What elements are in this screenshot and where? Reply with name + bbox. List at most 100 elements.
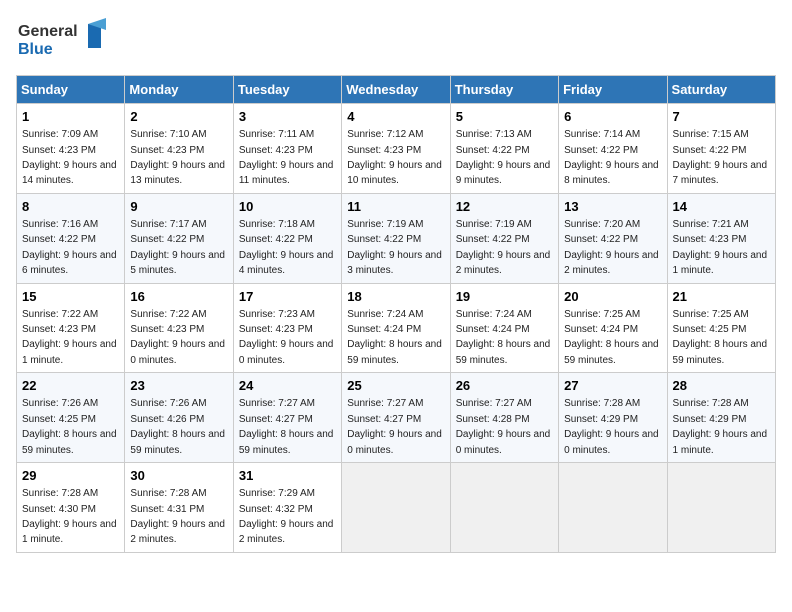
- day-of-week-wednesday: Wednesday: [342, 76, 450, 104]
- day-info: Sunrise: 7:19 AMSunset: 4:22 PMDaylight:…: [456, 219, 551, 276]
- day-of-week-saturday: Saturday: [667, 76, 775, 104]
- day-info: Sunrise: 7:25 AMSunset: 4:24 PMDaylight:…: [564, 309, 659, 366]
- calendar-cell: 11 Sunrise: 7:19 AMSunset: 4:22 PMDaylig…: [342, 193, 450, 283]
- day-number: 15: [22, 288, 119, 306]
- day-number: 8: [22, 198, 119, 216]
- day-number: 16: [130, 288, 227, 306]
- calendar-week-1: 1 Sunrise: 7:09 AMSunset: 4:23 PMDayligh…: [17, 104, 776, 194]
- calendar-cell: 30 Sunrise: 7:28 AMSunset: 4:31 PMDaylig…: [125, 463, 233, 553]
- day-info: Sunrise: 7:22 AMSunset: 4:23 PMDaylight:…: [22, 309, 117, 366]
- calendar-cell: 7 Sunrise: 7:15 AMSunset: 4:22 PMDayligh…: [667, 104, 775, 194]
- day-number: 23: [130, 377, 227, 395]
- day-number: 20: [564, 288, 661, 306]
- day-info: Sunrise: 7:27 AMSunset: 4:27 PMDaylight:…: [239, 398, 334, 455]
- day-of-week-sunday: Sunday: [17, 76, 125, 104]
- calendar-cell: 6 Sunrise: 7:14 AMSunset: 4:22 PMDayligh…: [559, 104, 667, 194]
- day-number: 21: [673, 288, 770, 306]
- day-info: Sunrise: 7:16 AMSunset: 4:22 PMDaylight:…: [22, 219, 117, 276]
- calendar-cell: 29 Sunrise: 7:28 AMSunset: 4:30 PMDaylig…: [17, 463, 125, 553]
- calendar-cell: [559, 463, 667, 553]
- calendar-week-5: 29 Sunrise: 7:28 AMSunset: 4:30 PMDaylig…: [17, 463, 776, 553]
- calendar-cell: 24 Sunrise: 7:27 AMSunset: 4:27 PMDaylig…: [233, 373, 341, 463]
- calendar-cell: 31 Sunrise: 7:29 AMSunset: 4:32 PMDaylig…: [233, 463, 341, 553]
- day-info: Sunrise: 7:15 AMSunset: 4:22 PMDaylight:…: [673, 129, 768, 186]
- day-info: Sunrise: 7:19 AMSunset: 4:22 PMDaylight:…: [347, 219, 442, 276]
- day-info: Sunrise: 7:22 AMSunset: 4:23 PMDaylight:…: [130, 309, 225, 366]
- day-info: Sunrise: 7:21 AMSunset: 4:23 PMDaylight:…: [673, 219, 768, 276]
- day-number: 5: [456, 108, 553, 126]
- day-info: Sunrise: 7:29 AMSunset: 4:32 PMDaylight:…: [239, 488, 334, 545]
- calendar-cell: 10 Sunrise: 7:18 AMSunset: 4:22 PMDaylig…: [233, 193, 341, 283]
- day-number: 9: [130, 198, 227, 216]
- day-info: Sunrise: 7:17 AMSunset: 4:22 PMDaylight:…: [130, 219, 225, 276]
- day-number: 12: [456, 198, 553, 216]
- calendar-cell: 1 Sunrise: 7:09 AMSunset: 4:23 PMDayligh…: [17, 104, 125, 194]
- calendar-cell: 4 Sunrise: 7:12 AMSunset: 4:23 PMDayligh…: [342, 104, 450, 194]
- header: General Blue: [16, 16, 776, 65]
- calendar-cell: 18 Sunrise: 7:24 AMSunset: 4:24 PMDaylig…: [342, 283, 450, 373]
- day-info: Sunrise: 7:11 AMSunset: 4:23 PMDaylight:…: [239, 129, 334, 186]
- day-info: Sunrise: 7:14 AMSunset: 4:22 PMDaylight:…: [564, 129, 659, 186]
- day-number: 27: [564, 377, 661, 395]
- day-info: Sunrise: 7:18 AMSunset: 4:22 PMDaylight:…: [239, 219, 334, 276]
- day-number: 13: [564, 198, 661, 216]
- day-info: Sunrise: 7:09 AMSunset: 4:23 PMDaylight:…: [22, 129, 117, 186]
- calendar-cell: 13 Sunrise: 7:20 AMSunset: 4:22 PMDaylig…: [559, 193, 667, 283]
- day-of-week-thursday: Thursday: [450, 76, 558, 104]
- day-number: 19: [456, 288, 553, 306]
- day-info: Sunrise: 7:28 AMSunset: 4:29 PMDaylight:…: [564, 398, 659, 455]
- calendar-cell: 20 Sunrise: 7:25 AMSunset: 4:24 PMDaylig…: [559, 283, 667, 373]
- day-number: 10: [239, 198, 336, 216]
- calendar-week-4: 22 Sunrise: 7:26 AMSunset: 4:25 PMDaylig…: [17, 373, 776, 463]
- calendar-cell: 27 Sunrise: 7:28 AMSunset: 4:29 PMDaylig…: [559, 373, 667, 463]
- day-number: 6: [564, 108, 661, 126]
- day-info: Sunrise: 7:28 AMSunset: 4:31 PMDaylight:…: [130, 488, 225, 545]
- calendar-cell: 12 Sunrise: 7:19 AMSunset: 4:22 PMDaylig…: [450, 193, 558, 283]
- day-info: Sunrise: 7:27 AMSunset: 4:27 PMDaylight:…: [347, 398, 442, 455]
- day-of-week-friday: Friday: [559, 76, 667, 104]
- calendar-cell: 19 Sunrise: 7:24 AMSunset: 4:24 PMDaylig…: [450, 283, 558, 373]
- calendar-cell: 5 Sunrise: 7:13 AMSunset: 4:22 PMDayligh…: [450, 104, 558, 194]
- day-number: 24: [239, 377, 336, 395]
- calendar-cell: 25 Sunrise: 7:27 AMSunset: 4:27 PMDaylig…: [342, 373, 450, 463]
- day-of-week-tuesday: Tuesday: [233, 76, 341, 104]
- day-info: Sunrise: 7:24 AMSunset: 4:24 PMDaylight:…: [347, 309, 442, 366]
- day-number: 28: [673, 377, 770, 395]
- day-number: 31: [239, 467, 336, 485]
- calendar-cell: [450, 463, 558, 553]
- day-info: Sunrise: 7:23 AMSunset: 4:23 PMDaylight:…: [239, 309, 334, 366]
- calendar-cell: 22 Sunrise: 7:26 AMSunset: 4:25 PMDaylig…: [17, 373, 125, 463]
- day-number: 17: [239, 288, 336, 306]
- logo: General Blue: [16, 16, 116, 65]
- day-number: 14: [673, 198, 770, 216]
- calendar-table: SundayMondayTuesdayWednesdayThursdayFrid…: [16, 75, 776, 553]
- day-number: 2: [130, 108, 227, 126]
- day-info: Sunrise: 7:10 AMSunset: 4:23 PMDaylight:…: [130, 129, 225, 186]
- day-of-week-monday: Monday: [125, 76, 233, 104]
- calendar-cell: [667, 463, 775, 553]
- day-info: Sunrise: 7:27 AMSunset: 4:28 PMDaylight:…: [456, 398, 551, 455]
- calendar-cell: 17 Sunrise: 7:23 AMSunset: 4:23 PMDaylig…: [233, 283, 341, 373]
- day-number: 11: [347, 198, 444, 216]
- calendar-week-2: 8 Sunrise: 7:16 AMSunset: 4:22 PMDayligh…: [17, 193, 776, 283]
- day-number: 30: [130, 467, 227, 485]
- calendar-cell: 16 Sunrise: 7:22 AMSunset: 4:23 PMDaylig…: [125, 283, 233, 373]
- calendar-cell: 23 Sunrise: 7:26 AMSunset: 4:26 PMDaylig…: [125, 373, 233, 463]
- calendar-cell: 26 Sunrise: 7:27 AMSunset: 4:28 PMDaylig…: [450, 373, 558, 463]
- day-info: Sunrise: 7:28 AMSunset: 4:29 PMDaylight:…: [673, 398, 768, 455]
- calendar-cell: 9 Sunrise: 7:17 AMSunset: 4:22 PMDayligh…: [125, 193, 233, 283]
- day-info: Sunrise: 7:25 AMSunset: 4:25 PMDaylight:…: [673, 309, 768, 366]
- day-info: Sunrise: 7:13 AMSunset: 4:22 PMDaylight:…: [456, 129, 551, 186]
- day-number: 25: [347, 377, 444, 395]
- calendar-cell: 2 Sunrise: 7:10 AMSunset: 4:23 PMDayligh…: [125, 104, 233, 194]
- svg-text:Blue: Blue: [18, 41, 53, 58]
- day-number: 7: [673, 108, 770, 126]
- day-info: Sunrise: 7:20 AMSunset: 4:22 PMDaylight:…: [564, 219, 659, 276]
- calendar-cell: 28 Sunrise: 7:28 AMSunset: 4:29 PMDaylig…: [667, 373, 775, 463]
- calendar-cell: 21 Sunrise: 7:25 AMSunset: 4:25 PMDaylig…: [667, 283, 775, 373]
- calendar-week-3: 15 Sunrise: 7:22 AMSunset: 4:23 PMDaylig…: [17, 283, 776, 373]
- day-number: 3: [239, 108, 336, 126]
- day-number: 1: [22, 108, 119, 126]
- day-number: 26: [456, 377, 553, 395]
- calendar-cell: 8 Sunrise: 7:16 AMSunset: 4:22 PMDayligh…: [17, 193, 125, 283]
